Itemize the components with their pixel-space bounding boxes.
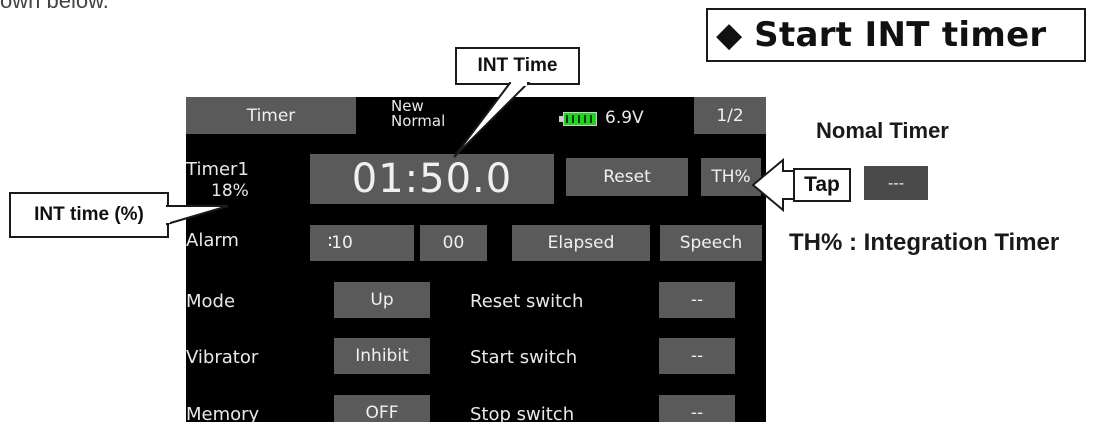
integration-timer-label: TH% : Integration Timer <box>789 229 1060 256</box>
int-time-percent-callout-tail <box>166 205 229 226</box>
normal-timer-sample-button: --- <box>864 166 928 200</box>
alarm-time-separator: : <box>327 230 334 251</box>
int-time-callout-tail <box>453 82 531 158</box>
normal-timer-label: Nomal Timer <box>816 118 949 143</box>
callout-pointers <box>166 82 814 226</box>
tap-label: Tap <box>793 168 851 202</box>
